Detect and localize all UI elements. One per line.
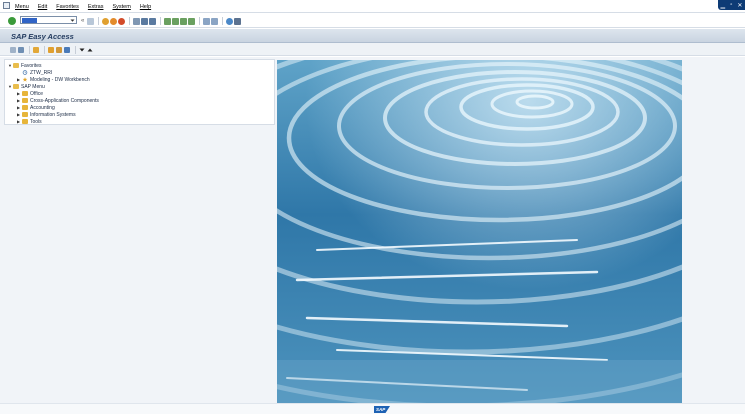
page-title: SAP Easy Access: [11, 32, 74, 41]
menu-tree: ▼ Favorites ZTW_RRI ▶ Modeling - DW Work…: [4, 59, 275, 125]
toolbar-separator: [44, 46, 45, 54]
folder-open-icon: [13, 84, 19, 89]
water-ripple-image: [277, 60, 682, 403]
toolbar-separator: [29, 46, 30, 54]
exit-icon[interactable]: [110, 17, 118, 25]
status-bar: SAP: [0, 403, 745, 414]
window-controls: ▁ ▫ ✕: [718, 0, 745, 10]
tree-node-accounting[interactable]: ▶ Accounting: [17, 104, 55, 111]
tree-node-tools[interactable]: ▶ Tools: [17, 118, 42, 125]
command-field-selection: [22, 18, 37, 23]
star-icon: [22, 77, 28, 82]
toolbar-separator: [222, 17, 224, 25]
folder-icon: [22, 98, 28, 103]
save-icon[interactable]: [87, 17, 95, 25]
menu-item-system[interactable]: System: [112, 4, 130, 10]
toolbar-separator: [129, 17, 131, 25]
workspace: ▼ Favorites ZTW_RRI ▶ Modeling - DW Work…: [0, 57, 745, 403]
tree-node-modeling-dw-workbench[interactable]: ▶ Modeling - DW Workbench: [17, 76, 90, 83]
tree-node-label: Cross-Application Components: [30, 97, 99, 104]
folder-icon: [22, 119, 28, 124]
folder-open-icon: [13, 63, 19, 68]
change-favorite-icon[interactable]: [64, 47, 70, 53]
move-down-icon[interactable]: [79, 47, 85, 53]
tree-node-label: SAP Menu: [21, 83, 45, 90]
customize-layout-icon[interactable]: [234, 17, 242, 25]
folder-icon: [22, 105, 28, 110]
menu-item-help[interactable]: Help: [140, 4, 151, 10]
menu-bar: Menu Edit Favorites Extras System Help ▁…: [0, 0, 745, 13]
sap-logo: SAP: [374, 406, 390, 413]
next-page-icon[interactable]: [180, 17, 188, 25]
transaction-icon: [22, 70, 28, 75]
new-session-icon[interactable]: [203, 17, 211, 25]
collapse-command-icon[interactable]: «: [81, 18, 84, 24]
delete-favorite-icon[interactable]: [56, 47, 62, 53]
other-menu-icon[interactable]: [10, 47, 16, 53]
shortcut-icon[interactable]: [211, 17, 219, 25]
tree-node-information-systems[interactable]: ▶ Information Systems: [17, 111, 76, 118]
add-favorite-icon[interactable]: [48, 47, 54, 53]
tree-node-label: Office: [30, 90, 43, 97]
menu-item-menu[interactable]: Menu: [15, 4, 29, 10]
toolbar-separator: [199, 17, 201, 25]
find-icon[interactable]: [141, 17, 149, 25]
tree-node-label: Accounting: [30, 104, 55, 111]
title-bar: SAP Easy Access: [0, 29, 745, 43]
chevron-down-icon[interactable]: [70, 18, 75, 23]
command-field[interactable]: [20, 16, 77, 24]
toolbar-separator: [98, 17, 100, 25]
folder-icon: [22, 91, 28, 96]
print-icon[interactable]: [133, 17, 141, 25]
back-icon[interactable]: [102, 17, 110, 25]
tree-node-sap-menu[interactable]: ▼ SAP Menu: [8, 83, 45, 90]
sap-gui-window: Menu Edit Favorites Extras System Help ▁…: [0, 0, 745, 414]
move-up-icon[interactable]: [87, 47, 93, 53]
sap-business-workplace-icon[interactable]: [18, 47, 24, 53]
close-icon[interactable]: ✕: [737, 2, 742, 9]
menu-item-favorites[interactable]: Favorites: [56, 4, 79, 10]
tree-node-label: Information Systems: [30, 111, 76, 118]
minimize-icon[interactable]: ▁: [721, 2, 726, 9]
tree-node-label: Favorites: [21, 62, 42, 69]
application-toolbar: [0, 43, 745, 56]
tree-node-label: Tools: [30, 118, 42, 125]
enter-check-icon[interactable]: [8, 17, 16, 25]
menu-item-edit[interactable]: Edit: [38, 4, 47, 10]
restore-icon[interactable]: ▫: [730, 2, 732, 8]
toolbar-separator: [160, 17, 162, 25]
user-menu-icon[interactable]: [33, 47, 39, 53]
splash-image: [277, 60, 682, 403]
menu-item-extras[interactable]: Extras: [88, 4, 104, 10]
tree-node-cross-application-components[interactable]: ▶ Cross-Application Components: [17, 97, 99, 104]
last-page-icon[interactable]: [188, 17, 196, 25]
tree-node-label: ZTW_RRI: [30, 69, 53, 76]
tree-node-ztw-rri[interactable]: ZTW_RRI: [17, 69, 52, 76]
system-menu-icon[interactable]: [3, 2, 10, 9]
toolbar-separator: [75, 46, 76, 54]
cancel-icon[interactable]: [118, 17, 126, 25]
help-icon[interactable]: [226, 17, 234, 25]
folder-icon: [22, 112, 28, 117]
tree-node-favorites[interactable]: ▼ Favorites: [8, 62, 42, 69]
find-next-icon[interactable]: [149, 17, 157, 25]
first-page-icon[interactable]: [164, 17, 172, 25]
previous-page-icon[interactable]: [172, 17, 180, 25]
standard-toolbar: «: [0, 13, 745, 28]
tree-node-office[interactable]: ▶ Office: [17, 90, 43, 97]
tree-node-label: Modeling - DW Workbench: [30, 76, 90, 83]
